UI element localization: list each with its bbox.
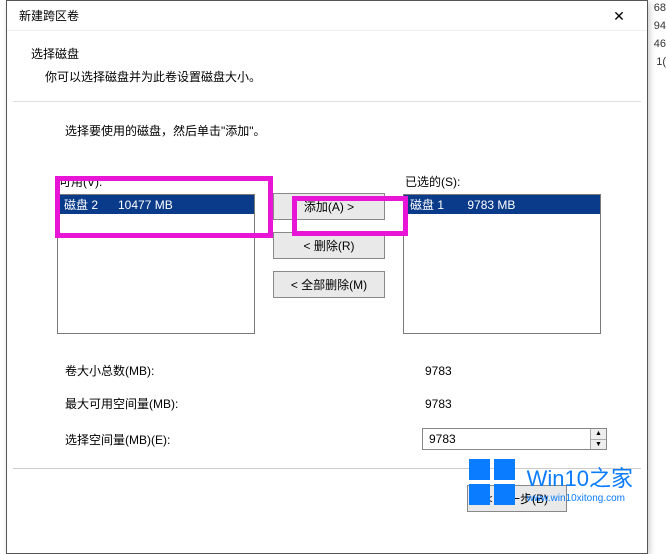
total-size-value: 9783 (425, 364, 452, 378)
page-subtitle: 你可以选择磁盘并为此卷设置磁盘大小。 (31, 68, 623, 85)
instruction-text: 选择要使用的磁盘，然后单击"添加"。 (7, 102, 647, 139)
available-item[interactable]: 磁盘 2 10477 MB (58, 195, 254, 214)
wizard-dialog: 新建跨区卷 ✕ 选择磁盘 你可以选择磁盘并为此卷设置磁盘大小。 选择要使用的磁盘… (6, 0, 648, 554)
window-title: 新建跨区卷 (19, 7, 599, 24)
max-avail-value: 9783 (425, 397, 452, 411)
selected-label: 已选的(S): (403, 173, 601, 190)
page-title: 选择磁盘 (31, 45, 623, 62)
select-space-label: 选择空间量(MB)(E): (65, 431, 422, 448)
titlebar: 新建跨区卷 ✕ (7, 1, 647, 31)
size-fields: 卷大小总数(MB): 9783 最大可用空间量(MB): 9783 选择空间量(… (7, 334, 647, 450)
available-label: 可用(V): (57, 173, 255, 190)
selected-listbox[interactable]: 磁盘 1 9783 MB (403, 194, 601, 334)
selected-column: 已选的(S): 磁盘 1 9783 MB (403, 173, 601, 334)
spin-up-icon[interactable]: ▲ (591, 429, 606, 440)
remove-button[interactable]: < 删除(R) (273, 232, 385, 259)
close-icon[interactable]: ✕ (599, 2, 639, 30)
select-space-input[interactable] (423, 429, 590, 449)
add-button[interactable]: 添加(A) > (273, 193, 385, 220)
available-listbox[interactable]: 磁盘 2 10477 MB (57, 194, 255, 334)
watermark-brand: Win10之家 (527, 461, 633, 493)
select-space-spinner[interactable]: ▲ ▼ (422, 428, 607, 450)
total-size-label: 卷大小总数(MB): (65, 362, 425, 379)
windows-logo-icon (469, 459, 515, 505)
transfer-buttons: 添加(A) > < 删除(R) < 全部删除(M) (273, 173, 385, 298)
max-avail-label: 最大可用空间量(MB): (65, 395, 425, 412)
available-column: 可用(V): 磁盘 2 10477 MB (57, 173, 255, 334)
spin-down-icon[interactable]: ▼ (591, 440, 606, 450)
remove-all-button[interactable]: < 全部删除(M) (273, 271, 385, 298)
selected-item[interactable]: 磁盘 1 9783 MB (404, 195, 600, 214)
watermark: Win10之家 www.win10xitong.com (469, 459, 633, 505)
header: 选择磁盘 你可以选择磁盘并为此卷设置磁盘大小。 (7, 31, 647, 101)
watermark-url: www.win10xitong.com (527, 493, 633, 504)
